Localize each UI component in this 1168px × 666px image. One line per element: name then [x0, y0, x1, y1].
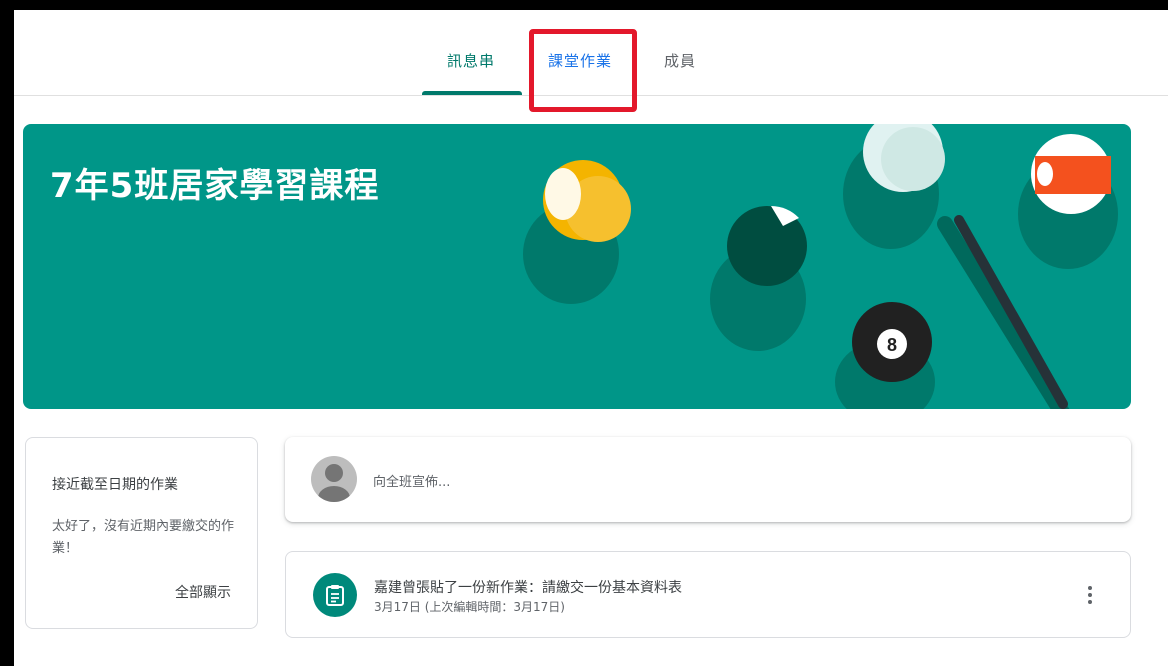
upcoming-message: 太好了，沒有近期內要繳交的作業！ — [52, 519, 235, 556]
class-title: 7年5班居家學習課程 — [50, 166, 380, 206]
upcoming-title: 接近截至日期的作業 — [52, 477, 178, 493]
eight-ball-number: 8 — [887, 335, 897, 355]
clipboard-icon — [326, 585, 344, 606]
person-icon — [318, 464, 350, 502]
yellow-ball-shine — [545, 168, 581, 220]
avatar — [311, 456, 357, 502]
announce-box[interactable]: 向全班宣佈... — [285, 437, 1131, 522]
white-ball-shade — [881, 127, 945, 191]
announce-placeholder[interactable]: 向全班宣佈... — [373, 471, 450, 490]
post-title: 嘉建曾張貼了一份新作業：請繳交一份基本資料表 — [374, 580, 682, 596]
more-options-icon[interactable] — [1080, 580, 1100, 610]
view-all-link[interactable]: 全部顯示 — [175, 582, 231, 602]
assignment-post[interactable]: 嘉建曾張貼了一份新作業：請繳交一份基本資料表 3月17日 (上次編輯時間：3月1… — [285, 551, 1131, 638]
orange-ball-spot — [1037, 162, 1053, 186]
tab-stream[interactable]: 訊息串 — [447, 50, 495, 71]
highlight-box — [529, 29, 637, 112]
upcoming-card: 接近截至日期的作業 太好了，沒有近期內要繳交的作業！ 全部顯示 — [25, 437, 258, 629]
tab-people[interactable]: 成員 — [664, 50, 696, 71]
class-banner: 8 7年5班居家學習課程 — [23, 124, 1131, 409]
active-tab-indicator — [422, 91, 522, 95]
post-date: 3月17日 (上次編輯時間：3月17日) — [374, 600, 565, 614]
assignment-icon — [313, 573, 357, 617]
top-nav: 訊息串 課堂作業 成員 — [14, 10, 1168, 112]
classroom-window: 訊息串 課堂作業 成員 8 7年5班居家學習課程 接近截至日期的作業 太好了，沒… — [14, 10, 1168, 666]
